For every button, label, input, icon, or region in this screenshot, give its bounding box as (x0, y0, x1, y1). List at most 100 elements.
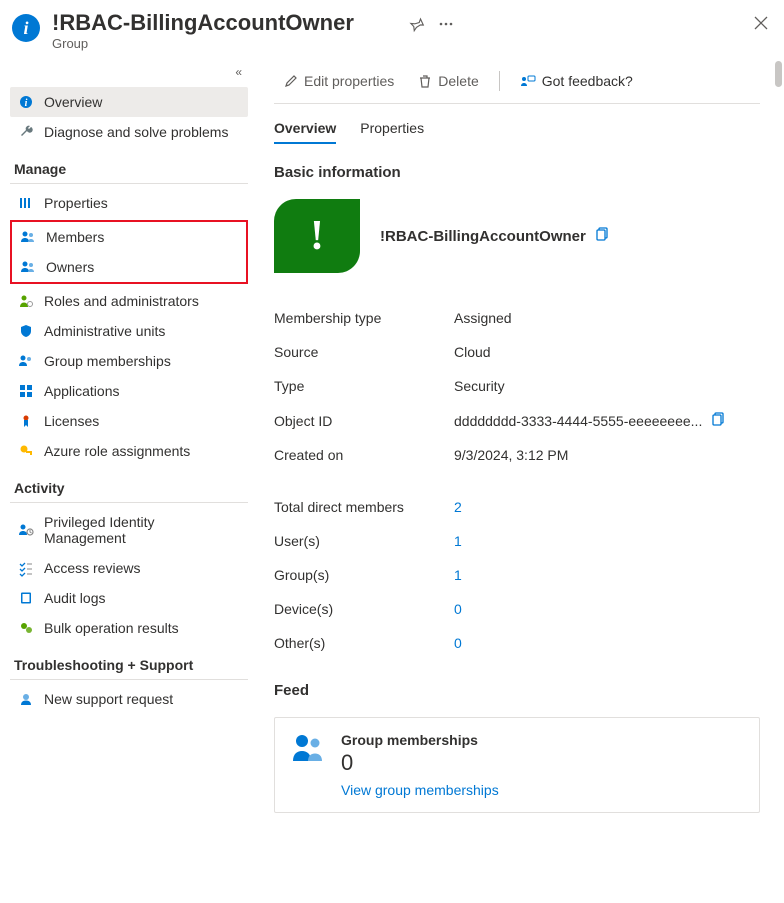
feed-card-link[interactable]: View group memberships (341, 782, 499, 798)
kv-value: dddddddd-3333-4444-5555-eeeeeeee... (454, 412, 760, 429)
more-icon[interactable] (438, 16, 454, 32)
blade-header: i !RBAC-BillingAccountOwner Group (0, 0, 784, 57)
kv-value-link[interactable]: 2 (454, 499, 760, 515)
close-icon[interactable] (754, 16, 768, 30)
sidebar-item-label: Applications (44, 383, 120, 399)
sidebar-item-label: Diagnose and solve problems (44, 124, 228, 140)
sidebar-item-access-reviews[interactable]: Access reviews (10, 553, 248, 583)
tab-properties[interactable]: Properties (360, 120, 424, 144)
kv-key: Group(s) (274, 567, 454, 583)
tab-overview[interactable]: Overview (274, 120, 336, 144)
page-subtitle: Group (52, 36, 409, 51)
sidebar-item-label: Members (46, 229, 104, 245)
row-devices: Device(s) 0 (274, 592, 760, 626)
sidebar-item-licenses[interactable]: Licenses (10, 406, 248, 436)
kv-key: Source (274, 344, 454, 360)
row-others: Other(s) 0 (274, 626, 760, 660)
sidebar-item-label: Azure role assignments (44, 443, 190, 459)
sidebar-item-diagnose[interactable]: Diagnose and solve problems (10, 117, 248, 147)
pencil-icon (284, 74, 298, 88)
sidebar-item-label: Group memberships (44, 353, 171, 369)
sidebar-item-members[interactable]: Members (12, 222, 246, 252)
license-icon (18, 413, 34, 429)
sidebar-section-ts: Troubleshooting + Support (10, 643, 248, 680)
pin-icon[interactable] (409, 17, 424, 32)
group-hero: ! !RBAC-BillingAccountOwner (274, 199, 760, 273)
sidebar-item-pim[interactable]: Privileged Identity Management (10, 507, 248, 553)
row-membership-type: Membership type Assigned (274, 301, 760, 335)
tabs: Overview Properties (274, 120, 760, 144)
key-icon (18, 443, 34, 459)
info-icon: i (18, 94, 34, 110)
sidebar-item-label: Access reviews (44, 560, 140, 576)
sidebar-section-activity: Activity (10, 466, 248, 503)
bulk-icon (18, 620, 34, 636)
row-object-id: Object ID dddddddd-3333-4444-5555-eeeeee… (274, 403, 760, 438)
properties-icon (18, 195, 34, 211)
shield-icon (18, 323, 34, 339)
command-bar: Edit properties Delete Got feedback? (274, 61, 760, 104)
sidebar: « i Overview Diagnose and solve problems… (0, 57, 258, 902)
sidebar-item-group-memberships[interactable]: Group memberships (10, 346, 248, 376)
kv-key: Type (274, 378, 454, 394)
row-groups: Group(s) 1 (274, 558, 760, 592)
sidebar-item-roles[interactable]: Roles and administrators (10, 286, 248, 316)
kv-key: Created on (274, 447, 454, 463)
kv-value-link[interactable]: 1 (454, 533, 760, 549)
sidebar-item-overview[interactable]: i Overview (10, 87, 248, 117)
sidebar-item-label: Privileged Identity Management (44, 514, 240, 546)
sidebar-item-bulk-ops[interactable]: Bulk operation results (10, 613, 248, 643)
sidebar-item-owners[interactable]: Owners (12, 252, 246, 282)
support-icon (18, 691, 34, 707)
sidebar-item-label: Bulk operation results (44, 620, 179, 636)
people-icon (18, 353, 34, 369)
copy-icon[interactable] (596, 227, 610, 245)
edit-properties-button[interactable]: Edit properties (274, 69, 404, 93)
kv-key: Membership type (274, 310, 454, 326)
kv-value: Assigned (454, 310, 760, 326)
kv-value-link[interactable]: 0 (454, 635, 760, 651)
sidebar-item-label: Overview (44, 94, 102, 110)
sidebar-item-label: Administrative units (44, 323, 165, 339)
trash-icon (418, 74, 432, 88)
group-name: !RBAC-BillingAccountOwner (380, 228, 586, 245)
sidebar-item-label: Roles and administrators (44, 293, 199, 309)
collapse-sidebar-button[interactable]: « (10, 61, 248, 87)
feedback-button[interactable]: Got feedback? (510, 69, 643, 93)
apps-icon (18, 383, 34, 399)
kv-value-link[interactable]: 0 (454, 601, 760, 617)
kv-key: Device(s) (274, 601, 454, 617)
checklist-icon (18, 560, 34, 576)
sidebar-item-support[interactable]: New support request (10, 684, 248, 714)
basic-info-heading: Basic information (274, 164, 760, 181)
kv-value: Cloud (454, 344, 760, 360)
sidebar-item-properties[interactable]: Properties (10, 188, 248, 218)
kv-value-link[interactable]: 1 (454, 567, 760, 583)
sidebar-item-admin-units[interactable]: Administrative units (10, 316, 248, 346)
kv-key: Object ID (274, 413, 454, 429)
row-total-members: Total direct members 2 (274, 490, 760, 524)
kv-key: Total direct members (274, 499, 454, 515)
sidebar-item-applications[interactable]: Applications (10, 376, 248, 406)
main-content: Edit properties Delete Got feedback? Ove… (258, 57, 784, 902)
people-icon (20, 259, 36, 275)
row-created-on: Created on 9/3/2024, 3:12 PM (274, 438, 760, 472)
sidebar-section-manage: Manage (10, 147, 248, 184)
kv-key: User(s) (274, 533, 454, 549)
row-source: Source Cloud (274, 335, 760, 369)
people-icon (291, 732, 325, 798)
sidebar-item-audit-logs[interactable]: Audit logs (10, 583, 248, 613)
pim-icon (18, 522, 34, 538)
book-icon (18, 590, 34, 606)
highlight-box: Members Owners (10, 220, 248, 284)
svg-text:i: i (25, 98, 28, 109)
group-avatar: ! (274, 199, 360, 273)
feed-card-title: Group memberships (341, 732, 499, 748)
copy-icon[interactable] (712, 412, 726, 429)
kv-value: Security (454, 378, 760, 394)
sidebar-item-azure-roles[interactable]: Azure role assignments (10, 436, 248, 466)
delete-button[interactable]: Delete (408, 69, 488, 93)
admin-icon (18, 293, 34, 309)
page-title: !RBAC-BillingAccountOwner (52, 10, 409, 36)
sidebar-item-label: Audit logs (44, 590, 105, 606)
